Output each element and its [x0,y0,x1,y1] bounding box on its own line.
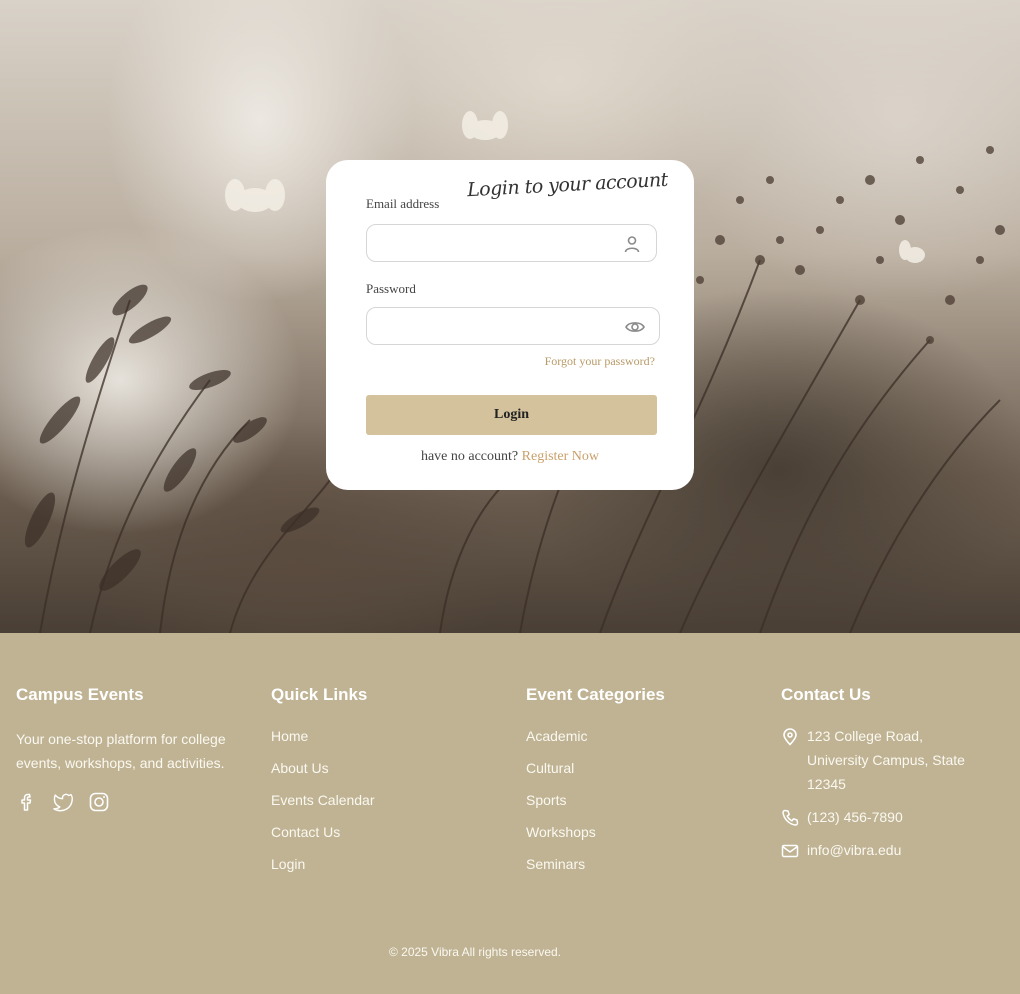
contact-address: 123 College Road, University Campus, Sta… [781,727,987,796]
about-heading: Campus Events [16,685,144,704]
hero-background: Login to your account Email address Pass… [0,0,1020,633]
password-input[interactable] [379,308,619,344]
user-icon [622,234,642,254]
quick-link-about[interactable]: About Us [271,760,329,776]
footer-contact: Contact Us 123 College Road, University … [781,685,987,874]
forgot-password-link[interactable]: Forgot your password? [545,354,655,369]
email-text[interactable]: info@vibra.edu [807,838,987,862]
contact-heading: Contact Us [781,685,871,704]
register-prompt: have no account? Register Now [326,449,694,465]
footer-about: Campus Events Your one-stop platform for… [16,685,231,813]
about-description: Your one-stop platform for college event… [16,731,226,771]
category-academic[interactable]: Academic [526,728,587,744]
email-input[interactable] [379,225,619,261]
twitter-icon[interactable] [52,791,74,813]
quick-link-events-calendar[interactable]: Events Calendar [271,792,375,808]
footer-quick-links: Quick Links Home About Us Events Calenda… [271,685,375,887]
facebook-icon[interactable] [16,791,38,813]
mail-icon [781,842,799,860]
email-field[interactable] [366,224,657,262]
login-card: Login to your account Email address Pass… [326,160,694,490]
contact-email: info@vibra.edu [781,841,987,862]
copyright-text: © 2025 Vibra All rights reserved. [388,945,562,959]
social-links [16,791,231,813]
eye-icon[interactable] [625,317,645,337]
map-pin-icon [781,728,799,746]
categories-heading: Event Categories [526,685,665,704]
password-label: Password [366,281,416,296]
quick-link-contact[interactable]: Contact Us [271,824,340,840]
quick-link-login[interactable]: Login [271,856,305,872]
phone-icon [781,809,799,827]
no-account-text: have no account? [420,449,519,464]
login-title: Login to your account [466,168,669,202]
quick-links-heading: Quick Links [271,685,368,704]
category-seminars[interactable]: Seminars [526,856,585,872]
login-button[interactable]: Login [366,395,657,435]
register-link[interactable]: Register Now [522,449,599,464]
email-label: Email address [366,196,440,211]
footer-categories: Event Categories Academic Cultural Sport… [526,685,665,887]
address-text: 123 College Road, University Campus, Sta… [807,728,965,792]
phone-text: (123) 456-7890 [807,809,903,825]
contact-phone: (123) 456-7890 [781,808,987,829]
category-workshops[interactable]: Workshops [526,824,596,840]
password-field[interactable] [366,307,660,345]
quick-link-home[interactable]: Home [271,728,308,744]
footer: Campus Events Your one-stop platform for… [0,633,1020,994]
category-sports[interactable]: Sports [526,792,566,808]
category-cultural[interactable]: Cultural [526,760,574,776]
instagram-icon[interactable] [88,791,110,813]
